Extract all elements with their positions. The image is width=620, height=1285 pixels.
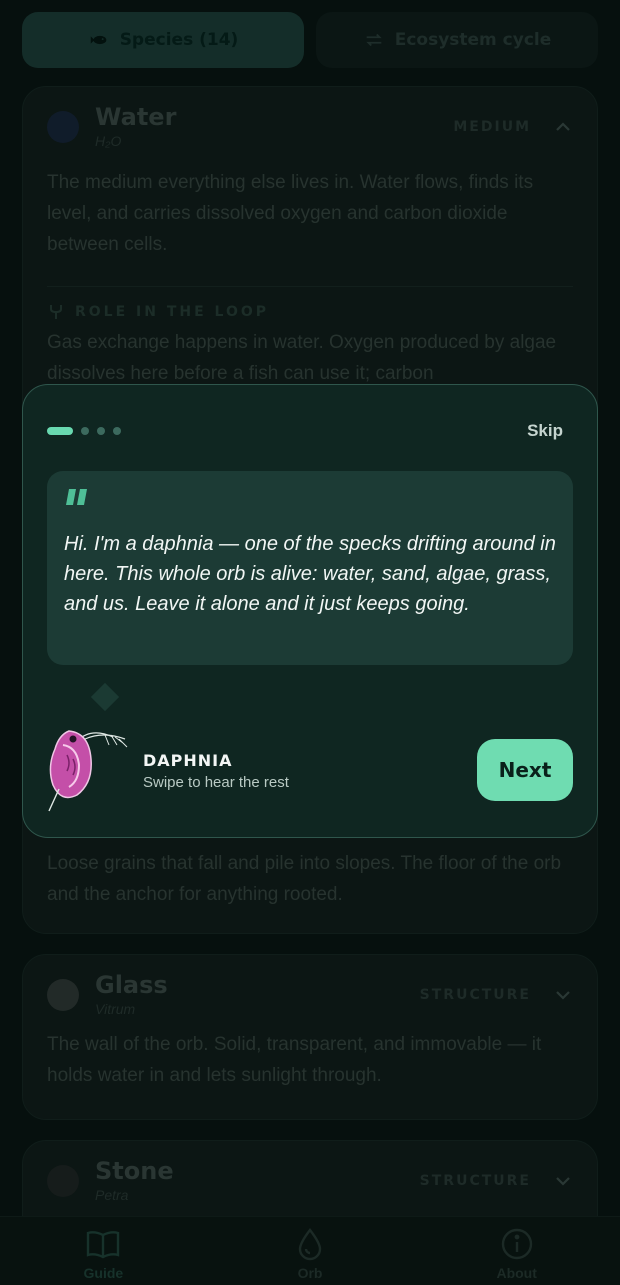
species-description: The medium everything else lives in. Wat… <box>47 172 534 255</box>
species-color-dot <box>47 979 79 1011</box>
species-card-glass[interactable]: Glass Vitrum STRUCTURE The wall of the o… <box>22 954 598 1120</box>
species-title: Glass <box>95 971 168 999</box>
quote-bubble: Hi. I'm a daphnia — one of the specks dr… <box>47 471 573 665</box>
species-category-tag: MEDIUM <box>453 119 531 135</box>
species-latin-name: Petra <box>95 1187 129 1203</box>
species-description: Loose grains that fall and pile into slo… <box>47 853 562 905</box>
step-indicator-dot <box>81 427 89 435</box>
daphnia-illustration <box>48 730 128 812</box>
speaker-info: DAPHNIA Swipe to hear the rest <box>143 751 289 791</box>
divider <box>47 286 573 287</box>
tab-ecosystem-cycle[interactable]: Ecosystem cycle <box>316 12 598 68</box>
tab-bar: Species (14) Ecosystem cycle <box>22 12 598 68</box>
nav-about-label: About <box>496 1265 537 1281</box>
step-indicator <box>47 427 121 435</box>
chevron-up-icon[interactable] <box>553 117 573 137</box>
card-header[interactable]: Stone Petra STRUCTURE <box>23 1141 597 1221</box>
step-indicator-dot <box>113 427 121 435</box>
speech-pointer <box>90 682 120 712</box>
speaker-hint: Swipe to hear the rest <box>143 774 289 791</box>
cycle-arrows-icon <box>365 33 382 47</box>
fish-icon <box>90 35 107 45</box>
species-latin-name: Vitrum <box>95 1001 136 1017</box>
card-header[interactable]: Glass Vitrum STRUCTURE <box>23 955 597 1035</box>
branch-icon <box>50 305 62 319</box>
droplet-icon <box>298 1228 322 1261</box>
step-indicator-dot <box>97 427 105 435</box>
skip-button[interactable]: Skip <box>527 421 563 441</box>
quote-text: Hi. I'm a daphnia — one of the specks dr… <box>64 533 556 615</box>
quote-mark-icon <box>66 489 87 505</box>
speaker-name: DAPHNIA <box>143 751 233 770</box>
nav-orb-label: Orb <box>297 1265 323 1281</box>
tab-species[interactable]: Species (14) <box>22 12 304 68</box>
chevron-down-icon[interactable] <box>553 985 573 1005</box>
chevron-down-icon[interactable] <box>553 1171 573 1191</box>
tab-ecosystem-cycle-label: Ecosystem cycle <box>394 30 552 50</box>
nav-orb[interactable]: Orb <box>207 1217 414 1285</box>
species-category-tag: STRUCTURE <box>419 987 531 1003</box>
nav-about[interactable]: About <box>413 1217 620 1285</box>
species-title: Water <box>95 103 177 131</box>
info-icon <box>501 1228 532 1260</box>
species-color-dot <box>47 111 79 143</box>
nav-guide-label: Guide <box>83 1265 124 1281</box>
onboarding-dialog: Skip Hi. I'm a daphnia — one of the spec… <box>22 384 598 838</box>
book-icon <box>87 1231 120 1259</box>
card-header[interactable]: Water H₂O MEDIUM <box>23 87 597 167</box>
role-heading: ROLE IN THE LOOP <box>23 303 597 321</box>
species-category-tag: STRUCTURE <box>419 1173 531 1189</box>
species-color-dot <box>47 1165 79 1197</box>
role-heading-label: ROLE IN THE LOOP <box>75 304 270 320</box>
species-title: Stone <box>95 1157 174 1185</box>
nav-guide[interactable]: Guide <box>0 1217 207 1285</box>
next-button[interactable]: Next <box>477 739 573 801</box>
bottom-navigation: Guide Orb About <box>0 1216 620 1285</box>
species-description: The wall of the orb. Solid, transparent,… <box>47 1034 542 1086</box>
step-indicator-active <box>47 427 73 435</box>
role-description: Gas exchange happens in water. Oxygen pr… <box>47 332 557 384</box>
species-latin-name: H₂O <box>95 133 122 149</box>
tab-species-label: Species (14) <box>119 30 239 50</box>
